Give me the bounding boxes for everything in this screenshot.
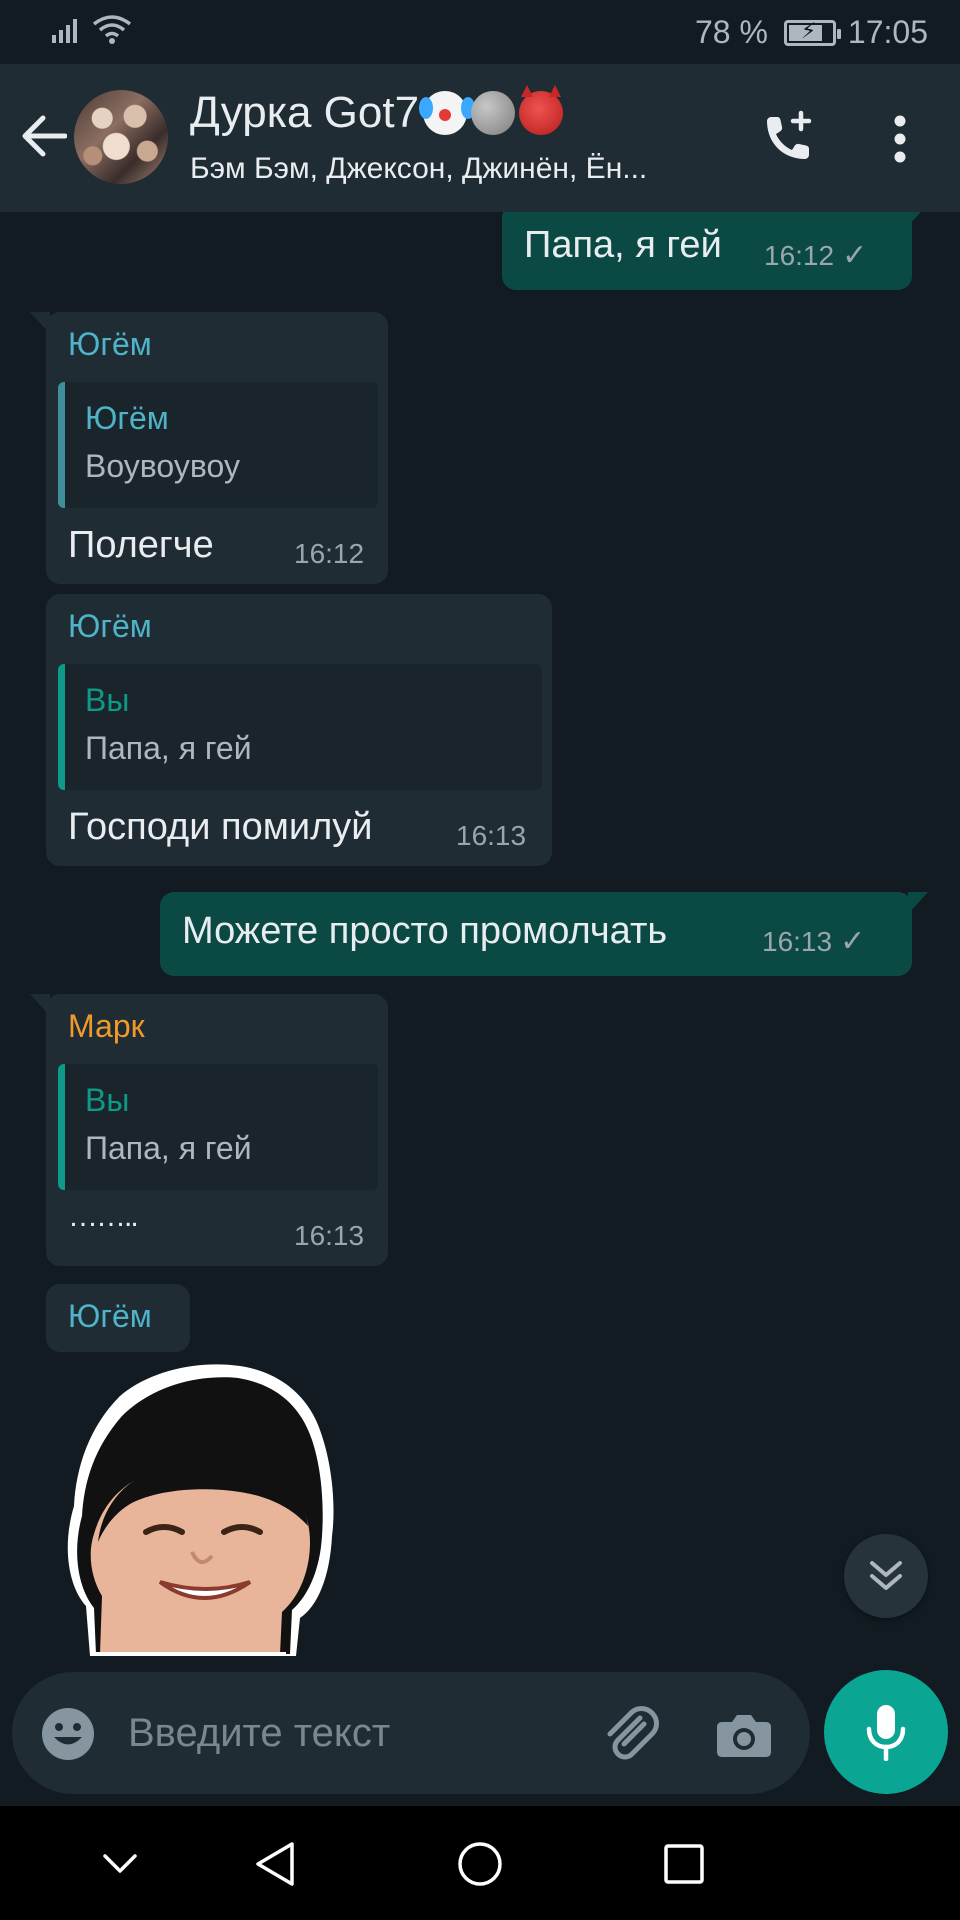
add-call-icon — [767, 110, 812, 159]
chat-title-text: Дурка Got7 — [190, 88, 420, 137]
attach-button[interactable] — [598, 1702, 662, 1766]
quoted-message[interactable]: Вы Папа, я гей — [58, 664, 542, 790]
message-time-text: 16:12 — [764, 240, 835, 271]
message-text: Можете просто промолчать — [182, 910, 668, 952]
message-composer — [12, 1672, 810, 1794]
square-recents-icon — [664, 1844, 704, 1884]
incoming-message[interactable]: Марк Вы Папа, я гей …….. 16:13 — [30, 994, 388, 1266]
status-bar: 78 % ⚡ 17:05 — [0, 0, 960, 64]
smiling-face-sticker[interactable] — [60, 1356, 350, 1660]
sender-name: Югём — [68, 608, 152, 644]
quoted-text: Папа, я гей — [85, 730, 252, 766]
message-text: Папа, я гей — [524, 224, 722, 266]
battery-percent: 78 % — [694, 14, 768, 50]
mic-icon — [866, 1705, 906, 1761]
new-moon-face-emoji — [471, 91, 516, 135]
menu-button[interactable] — [870, 104, 930, 174]
signal-icon — [52, 19, 77, 43]
quoted-author: Вы — [85, 1082, 130, 1118]
camera-icon — [717, 1715, 771, 1757]
chevron-down-icon — [103, 1854, 137, 1873]
quoted-author: Югём — [85, 400, 169, 436]
back-arrow-icon — [22, 115, 67, 157]
nav-hide-keyboard-button[interactable] — [88, 1832, 152, 1896]
back-button[interactable] — [12, 104, 76, 168]
message-list[interactable]: Папа, я гей 16:12 ✓ Югём Югём Воувоувоу П… — [0, 212, 960, 1660]
sender-name: Марк — [68, 1008, 145, 1044]
message-time: 16:12 — [294, 538, 365, 569]
chat-participants[interactable]: Бэм Бэм, Джексон, Джинён, Ён... — [190, 152, 730, 186]
group-avatar[interactable] — [74, 90, 168, 184]
nav-recents-button[interactable] — [652, 1832, 716, 1896]
battery-icon: ⚡ — [783, 18, 841, 46]
chat-header: Дурка Got7 Бэм Бэм, Джексон, Джинён, Ён.… — [0, 64, 960, 212]
triangle-back-icon — [256, 1842, 294, 1886]
outgoing-message[interactable]: Папа, я гей 16:12 ✓ — [502, 212, 928, 290]
outgoing-message[interactable]: Можете просто промолчать 16:13 ✓ — [160, 892, 928, 976]
sticker-sender-chip[interactable]: Югём — [46, 1284, 190, 1352]
double-chevron-down-icon — [870, 1561, 902, 1590]
check-icon: ✓ — [842, 239, 868, 272]
clown-face-emoji — [419, 91, 468, 135]
chat-screen: 78 % ⚡ 17:05 Дурка Got7 Бэм Бэм, Джексон… — [0, 0, 960, 1920]
wifi-icon — [92, 15, 132, 44]
add-call-button[interactable] — [752, 104, 822, 174]
clock: 17:05 — [847, 14, 928, 50]
sender-name: Югём — [68, 1298, 152, 1334]
message-time: 16:12 ✓ — [764, 238, 867, 273]
message-text: Господи помилуй — [68, 806, 373, 848]
sender-name: Югём — [68, 326, 152, 362]
system-nav-bar — [0, 1806, 960, 1920]
message-time: 16:13 ✓ — [762, 924, 865, 959]
quoted-text: Воувоувоу — [85, 448, 240, 484]
emoji-icon — [42, 1708, 94, 1760]
voice-message-button[interactable] — [824, 1670, 948, 1794]
chat-title[interactable]: Дурка Got7 — [190, 85, 564, 138]
camera-button[interactable] — [712, 1702, 776, 1766]
quoted-message[interactable]: Югём Воувоувоу — [58, 382, 378, 508]
incoming-message[interactable]: Югём Югём Воувоувоу Полегче 16:12 — [30, 312, 388, 584]
check-icon: ✓ — [840, 925, 866, 958]
message-input[interactable] — [128, 1696, 568, 1770]
incoming-message[interactable]: Югём Вы Папа, я гей Господи помилуй 16:1… — [46, 594, 552, 866]
message-time: 16:13 — [294, 1220, 365, 1251]
message-text: …….. — [68, 1200, 139, 1233]
nav-back-button[interactable] — [242, 1832, 306, 1896]
quoted-author: Вы — [85, 682, 130, 718]
quoted-message[interactable]: Вы Папа, я гей — [58, 1064, 378, 1190]
message-text: Полегче — [68, 524, 214, 566]
message-time: 16:13 — [456, 820, 527, 851]
emoji-button[interactable] — [40, 1706, 96, 1762]
circle-home-icon — [458, 1842, 502, 1886]
message-time-text: 16:13 — [762, 926, 833, 957]
paperclip-icon — [607, 1706, 659, 1760]
more-vert-icon — [894, 115, 906, 163]
nav-home-button[interactable] — [448, 1832, 512, 1896]
quoted-text: Папа, я гей — [85, 1130, 252, 1166]
ogre-emoji — [519, 85, 564, 135]
scroll-down-button[interactable] — [844, 1534, 928, 1618]
